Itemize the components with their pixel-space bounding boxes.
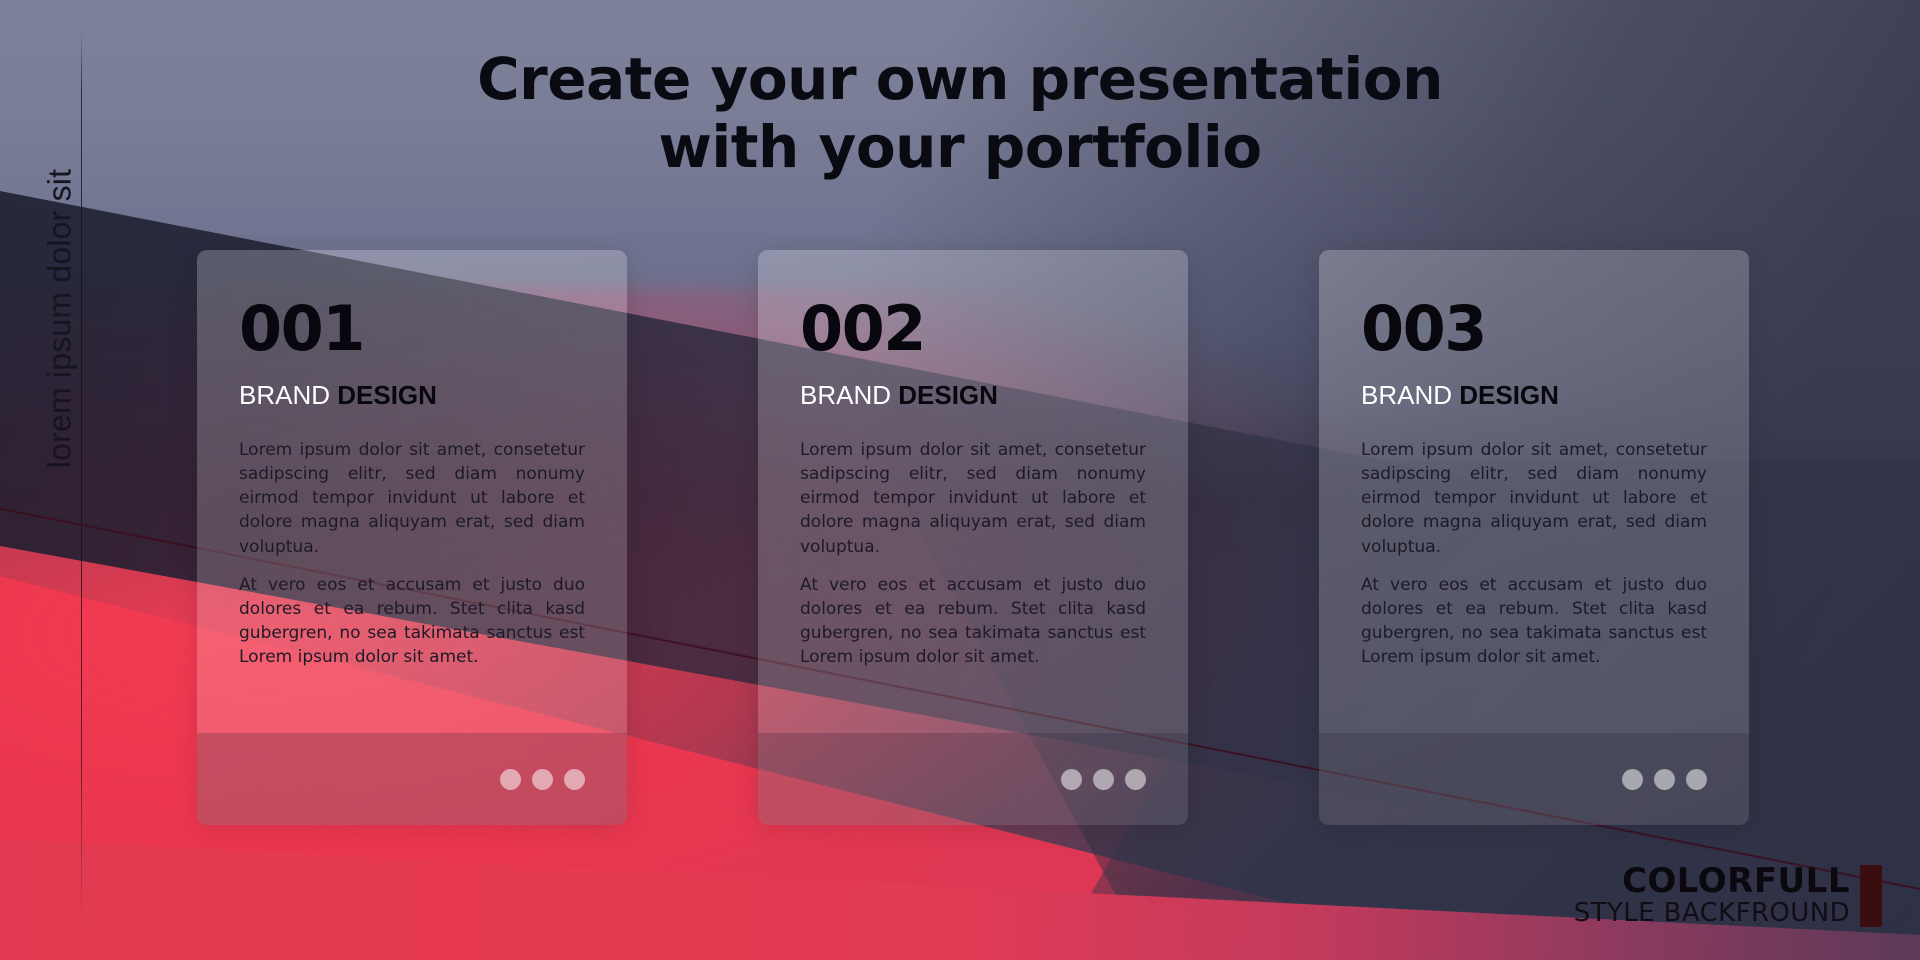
pagination-dot[interactable]: [1654, 768, 1675, 790]
card-footer: [1319, 733, 1749, 825]
card-footer: [197, 733, 627, 825]
pagination-dot[interactable]: [564, 768, 585, 790]
card-paragraph-1: Lorem ipsum dolor sit amet, consetetur s…: [1361, 440, 1707, 557]
card-subtitle-light: BRAND: [239, 380, 331, 410]
card-number: 002: [800, 292, 926, 365]
title-line-1: Create your own presentation: [477, 45, 1443, 113]
card-body: 003 BRAND DESIGN Lorem ipsum dolor sit a…: [1319, 250, 1749, 733]
pagination-dot[interactable]: [1622, 768, 1643, 790]
card-number: 003: [1361, 292, 1487, 365]
card-subtitle-bold: DESIGN: [337, 380, 437, 410]
card-subtitle: BRAND DESIGN: [239, 382, 585, 408]
card-paragraph-1: Lorem ipsum dolor sit amet, consetetur s…: [800, 440, 1146, 557]
card-paragraph-2: At vero eos et accusam et justo duo dolo…: [1361, 574, 1707, 667]
page-title: Create your own presentation with your p…: [0, 50, 1920, 176]
card-body: 002 BRAND DESIGN Lorem ipsum dolor sit a…: [758, 250, 1188, 733]
card-subtitle-bold: DESIGN: [1459, 380, 1559, 410]
title-line-2: with your portfolio: [658, 113, 1262, 181]
pagination-dot[interactable]: [1686, 768, 1707, 790]
feature-card-003[interactable]: 003 BRAND DESIGN Lorem ipsum dolor sit a…: [1319, 250, 1749, 825]
brand-logo-sub: STYLE BACKFROUND: [1573, 898, 1850, 929]
brand-logo-bar: [1860, 864, 1882, 927]
card-subtitle-light: BRAND: [1361, 380, 1453, 410]
slide-canvas: lorem ipsum dolor sit Create your own pr…: [0, 0, 1920, 960]
card-subtitle: BRAND DESIGN: [1361, 382, 1707, 408]
feature-card-002[interactable]: 002 BRAND DESIGN Lorem ipsum dolor sit a…: [758, 250, 1188, 825]
card-subtitle-bold: DESIGN: [898, 380, 998, 410]
pagination-dot[interactable]: [500, 768, 521, 790]
brand-logo-main: COLORFULL: [1621, 860, 1850, 901]
card-footer: [758, 733, 1188, 825]
card-subtitle-light: BRAND: [800, 380, 892, 410]
pagination-dot[interactable]: [1093, 768, 1114, 790]
card-paragraph-2: At vero eos et accusam et justo duo dolo…: [239, 574, 585, 667]
card-row: 001 BRAND DESIGN Lorem ipsum dolor sit a…: [0, 250, 1920, 825]
card-number: 001: [239, 292, 365, 365]
pagination-dot[interactable]: [532, 768, 553, 790]
card-paragraph-2: At vero eos et accusam et justo duo dolo…: [800, 574, 1146, 667]
card-paragraph-1: Lorem ipsum dolor sit amet, consetetur s…: [239, 440, 585, 557]
feature-card-001[interactable]: 001 BRAND DESIGN Lorem ipsum dolor sit a…: [197, 250, 627, 825]
pagination-dot[interactable]: [1125, 768, 1146, 790]
brand-logo: COLORFULL STYLE BACKFROUND: [1573, 860, 1882, 929]
card-subtitle: BRAND DESIGN: [800, 382, 1146, 408]
brand-logo-text: COLORFULL STYLE BACKFROUND: [1573, 860, 1850, 929]
card-body: 001 BRAND DESIGN Lorem ipsum dolor sit a…: [197, 250, 627, 733]
pagination-dot[interactable]: [1061, 768, 1082, 790]
